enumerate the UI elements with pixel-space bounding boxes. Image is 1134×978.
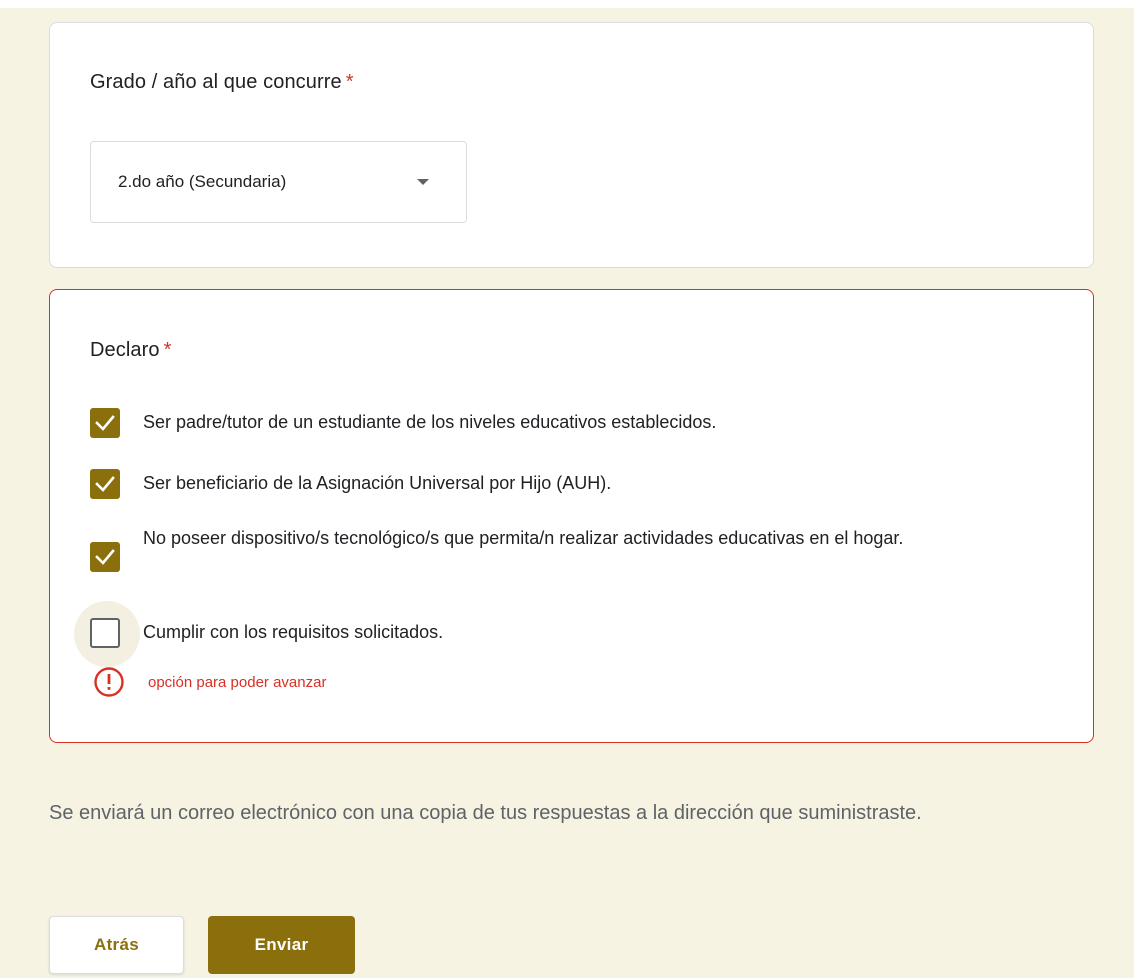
declaro-option-label: No poseer dispositivo/s tecnológico/s qu… bbox=[143, 528, 904, 548]
caret-down-icon bbox=[417, 179, 429, 185]
back-button[interactable]: Atrás bbox=[49, 916, 184, 974]
declaro-option-label: Ser padre/tutor de un estudiante de los … bbox=[143, 412, 717, 432]
checkbox-checked[interactable] bbox=[90, 469, 120, 499]
declaro-question-title-text: Declaro bbox=[90, 339, 160, 361]
declaro-option-1[interactable]: Ser padre/tutor de un estudiante de los … bbox=[90, 403, 1070, 443]
email-copy-note: Se enviará un correo electrónico con una… bbox=[49, 802, 922, 824]
checkbox-unchecked[interactable] bbox=[90, 618, 120, 648]
submit-button[interactable]: Enviar bbox=[208, 916, 355, 974]
declaro-question-title: Declaro * bbox=[90, 339, 172, 362]
checkmark-icon bbox=[95, 476, 115, 492]
checkbox-checked[interactable] bbox=[90, 542, 120, 572]
declaro-option-2[interactable]: Ser beneficiario de la Asignación Univer… bbox=[90, 464, 1070, 504]
declaro-option-4[interactable]: Cumplir con los requisitos solicitados. bbox=[90, 613, 1070, 653]
checkmark-icon bbox=[95, 549, 115, 565]
required-asterisk: * bbox=[345, 71, 354, 93]
top-strip bbox=[0, 0, 1134, 8]
checkmark-icon bbox=[95, 415, 115, 431]
error-icon bbox=[94, 667, 124, 697]
grado-question-card: Grado / año al que concurre * 2.do año (S… bbox=[49, 22, 1094, 268]
grado-dropdown-value: 2.do año (Secundaria) bbox=[118, 172, 287, 191]
declaro-question-card: Declaro * Ser padre/tutor de un estudiant… bbox=[49, 289, 1094, 743]
grado-question-title: Grado / año al que concurre * bbox=[90, 71, 354, 94]
declaro-option-label: Cumplir con los requisitos solicitados. bbox=[143, 622, 444, 642]
checkbox-checked[interactable] bbox=[90, 408, 120, 438]
grado-dropdown[interactable]: 2.do año (Secundaria) bbox=[90, 141, 467, 223]
required-asterisk: * bbox=[163, 339, 172, 361]
declaro-option-3[interactable]: No poseer dispositivo/s tecnológico/s qu… bbox=[90, 522, 1070, 592]
error-message: opción para poder avanzar bbox=[148, 674, 327, 691]
grado-question-title-text: Grado / año al que concurre bbox=[90, 71, 342, 93]
declaro-option-label: Ser beneficiario de la Asignación Univer… bbox=[143, 473, 612, 493]
